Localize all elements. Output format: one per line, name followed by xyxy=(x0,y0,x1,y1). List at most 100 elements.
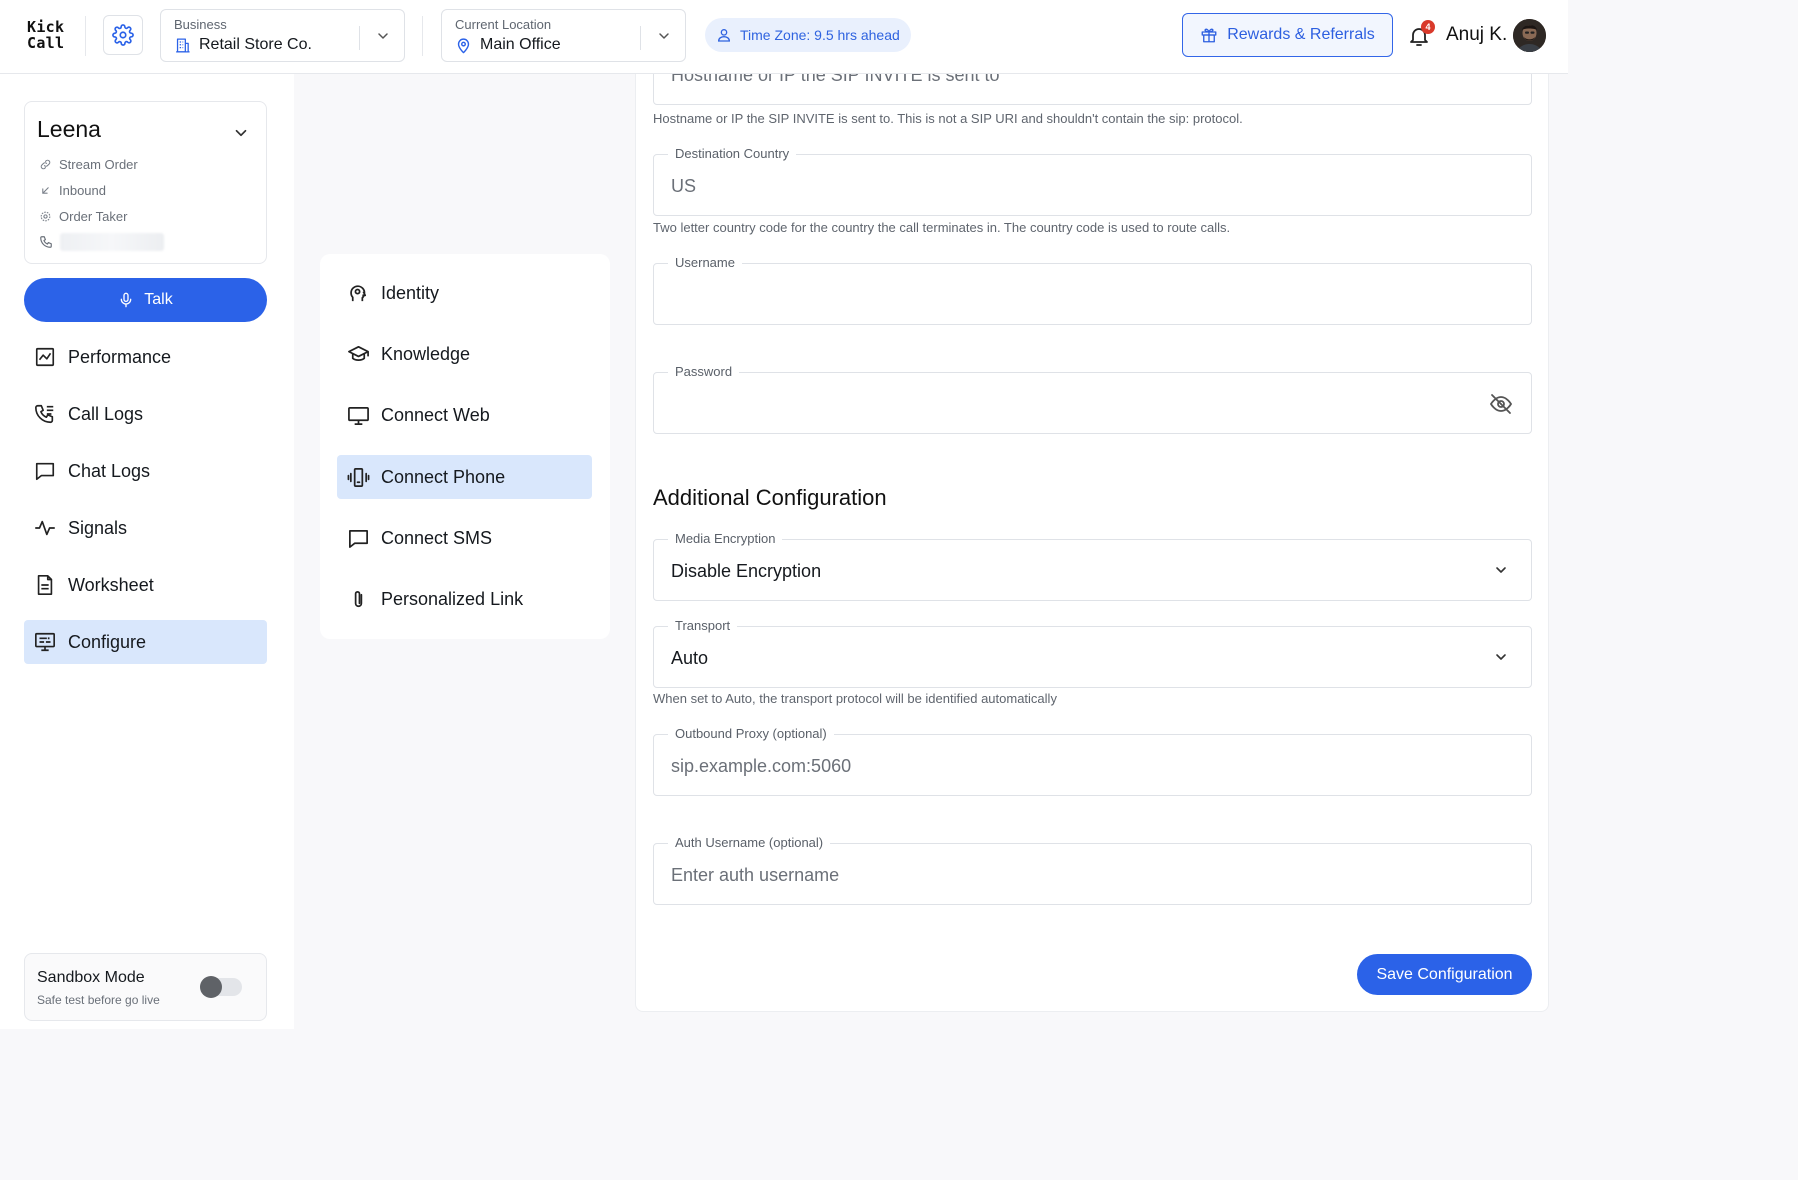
nav-label: Chat Logs xyxy=(68,460,151,481)
outbound-proxy-field[interactable]: Outbound Proxy (optional) sip.example.co… xyxy=(653,726,1532,796)
nav-item-signals[interactable]: Signals xyxy=(24,506,267,550)
settings-button[interactable] xyxy=(103,15,143,55)
agent-direction-label: Inbound xyxy=(59,183,106,198)
nav-label: Configure xyxy=(68,631,147,652)
chart-icon xyxy=(35,347,55,367)
nav-item-configure[interactable]: Configure xyxy=(24,620,267,664)
nav-label: Performance xyxy=(68,346,172,367)
rewards-label: Rewards & Referrals xyxy=(1227,26,1375,43)
auth-username-placeholder: Enter auth username xyxy=(671,865,840,885)
subnav-label: Connect SMS xyxy=(381,527,493,548)
field-label: Media Encryption xyxy=(668,531,783,546)
subnav-label: Connect Phone xyxy=(381,466,506,487)
subnav-item-connect-web[interactable]: Connect Web xyxy=(337,393,592,437)
subnav-label: Knowledge xyxy=(381,343,471,364)
chat-icon xyxy=(35,462,55,481)
eye-off-icon[interactable] xyxy=(1489,392,1513,416)
head-gear-icon xyxy=(350,284,367,301)
talk-button[interactable]: Talk xyxy=(24,278,267,322)
destination-country-value: US xyxy=(671,176,697,196)
destination-country-field[interactable]: Destination Country US xyxy=(653,146,1532,216)
field-label: Auth Username (optional) xyxy=(668,835,831,850)
transport-select[interactable]: Transport Auto xyxy=(653,618,1532,688)
location-selector[interactable]: Current Location Main Office xyxy=(441,9,686,62)
timezone-text: Time Zone: 9.5 hrs ahead xyxy=(740,27,900,43)
sip-host-field[interactable]: Hostname or IP the SIP INVITE is sent to xyxy=(653,74,1532,105)
redacted-phone-number xyxy=(60,233,164,251)
subnav-item-knowledge[interactable]: Knowledge xyxy=(337,332,592,376)
picker-divider xyxy=(359,26,360,50)
media-encryption-select[interactable]: Media Encryption Disable Encryption xyxy=(653,531,1532,601)
map-pin-icon xyxy=(457,37,470,53)
sandbox-title: Sandbox Mode xyxy=(37,969,145,986)
subnav-label: Connect Web xyxy=(381,404,490,425)
configure-subnav: Identity Knowledge Connect Web Connect P… xyxy=(320,254,610,639)
transport-hint: When set to Auto, the transport protocol… xyxy=(653,691,1057,706)
agent-card[interactable]: Leena Stream Order Inbound Order Taker xyxy=(24,101,267,264)
user-icon xyxy=(717,29,731,42)
business-value: Retail Store Co. xyxy=(199,36,312,53)
nav-item-chat-logs[interactable]: Chat Logs xyxy=(24,449,267,493)
auth-username-field[interactable]: Auth Username (optional) Enter auth user… xyxy=(653,835,1532,905)
avatar[interactable] xyxy=(1513,19,1546,52)
link-icon xyxy=(40,159,51,170)
sip-host-value: Hostname or IP the SIP INVITE is sent to xyxy=(671,74,1000,85)
save-configuration-button[interactable]: Save Configuration xyxy=(1357,954,1532,995)
sandbox-toggle[interactable] xyxy=(200,976,242,998)
user-name[interactable]: Anuj K. xyxy=(1446,24,1507,46)
destination-country-hint: Two letter country code for the country … xyxy=(653,220,1231,235)
location-caption: Current Location xyxy=(455,17,552,32)
microphone-icon xyxy=(120,292,132,308)
phone-vibrate-icon xyxy=(347,467,370,487)
media-encryption-value: Disable Encryption xyxy=(671,561,822,581)
outbound-proxy-placeholder: sip.example.com:5060 xyxy=(671,756,852,776)
talk-label: Talk xyxy=(144,291,173,308)
password-field[interactable]: Password xyxy=(653,364,1532,434)
sandbox-mode-card: Sandbox Mode Safe test before go live xyxy=(24,953,267,1021)
location-value: Main Office xyxy=(480,36,561,53)
top-header: Kick Call Business Retail Store Co. Curr… xyxy=(0,0,1568,74)
arrow-down-left-icon xyxy=(42,187,49,194)
nav-item-call-logs[interactable]: Call Logs xyxy=(24,392,267,436)
connect-phone-form: Hostname or IP the SIP INVITE is sent to… xyxy=(635,74,1549,1012)
phone-icon xyxy=(40,236,52,248)
logo-line-1: Kick xyxy=(27,18,65,36)
chevron-down-icon xyxy=(378,33,388,39)
monitor-icon xyxy=(348,406,369,425)
subnav-item-personalized-link[interactable]: Personalized Link xyxy=(337,577,592,621)
subnav-item-connect-phone[interactable]: Connect Phone xyxy=(337,455,592,499)
rewards-referrals-button[interactable]: Rewards & Referrals xyxy=(1182,13,1393,57)
header-divider xyxy=(85,16,86,56)
building-icon xyxy=(176,37,190,53)
field-label: Outbound Proxy (optional) xyxy=(668,726,834,741)
agent-role-label: Order Taker xyxy=(59,209,128,224)
subnav-label: Identity xyxy=(381,282,440,303)
call-log-icon xyxy=(35,404,54,424)
chevron-down-icon[interactable] xyxy=(232,124,250,142)
paperclip-icon xyxy=(354,590,363,607)
field-label: Destination Country xyxy=(668,146,797,161)
toggle-knob xyxy=(200,976,222,998)
username-field[interactable]: Username xyxy=(653,255,1532,325)
kickcall-logo[interactable]: Kick Call xyxy=(27,19,64,51)
document-icon xyxy=(37,575,53,595)
header-divider xyxy=(422,16,423,56)
agent-role: Order Taker xyxy=(39,209,127,224)
left-sidebar: Leena Stream Order Inbound Order Taker T… xyxy=(0,74,294,1029)
agent-phone xyxy=(39,233,164,251)
field-label: Password xyxy=(668,364,740,379)
timezone-badge[interactable]: Time Zone: 9.5 hrs ahead xyxy=(705,18,911,52)
subnav-item-identity[interactable]: Identity xyxy=(337,271,592,315)
nav-item-performance[interactable]: Performance xyxy=(24,335,267,379)
gift-icon xyxy=(1201,28,1217,43)
business-selector[interactable]: Business Retail Store Co. xyxy=(160,9,405,62)
agent-type-label: Stream Order xyxy=(59,157,138,172)
field-label: Transport xyxy=(668,618,738,633)
nav-item-worksheet[interactable]: Worksheet xyxy=(24,563,267,607)
agent-direction: Inbound xyxy=(39,183,106,198)
agent-name: Leena xyxy=(37,116,101,142)
logo-line-2: Call xyxy=(27,34,65,52)
graduation-cap-icon xyxy=(348,345,369,361)
subnav-item-connect-sms[interactable]: Connect SMS xyxy=(337,516,592,560)
pulse-icon xyxy=(35,520,55,536)
